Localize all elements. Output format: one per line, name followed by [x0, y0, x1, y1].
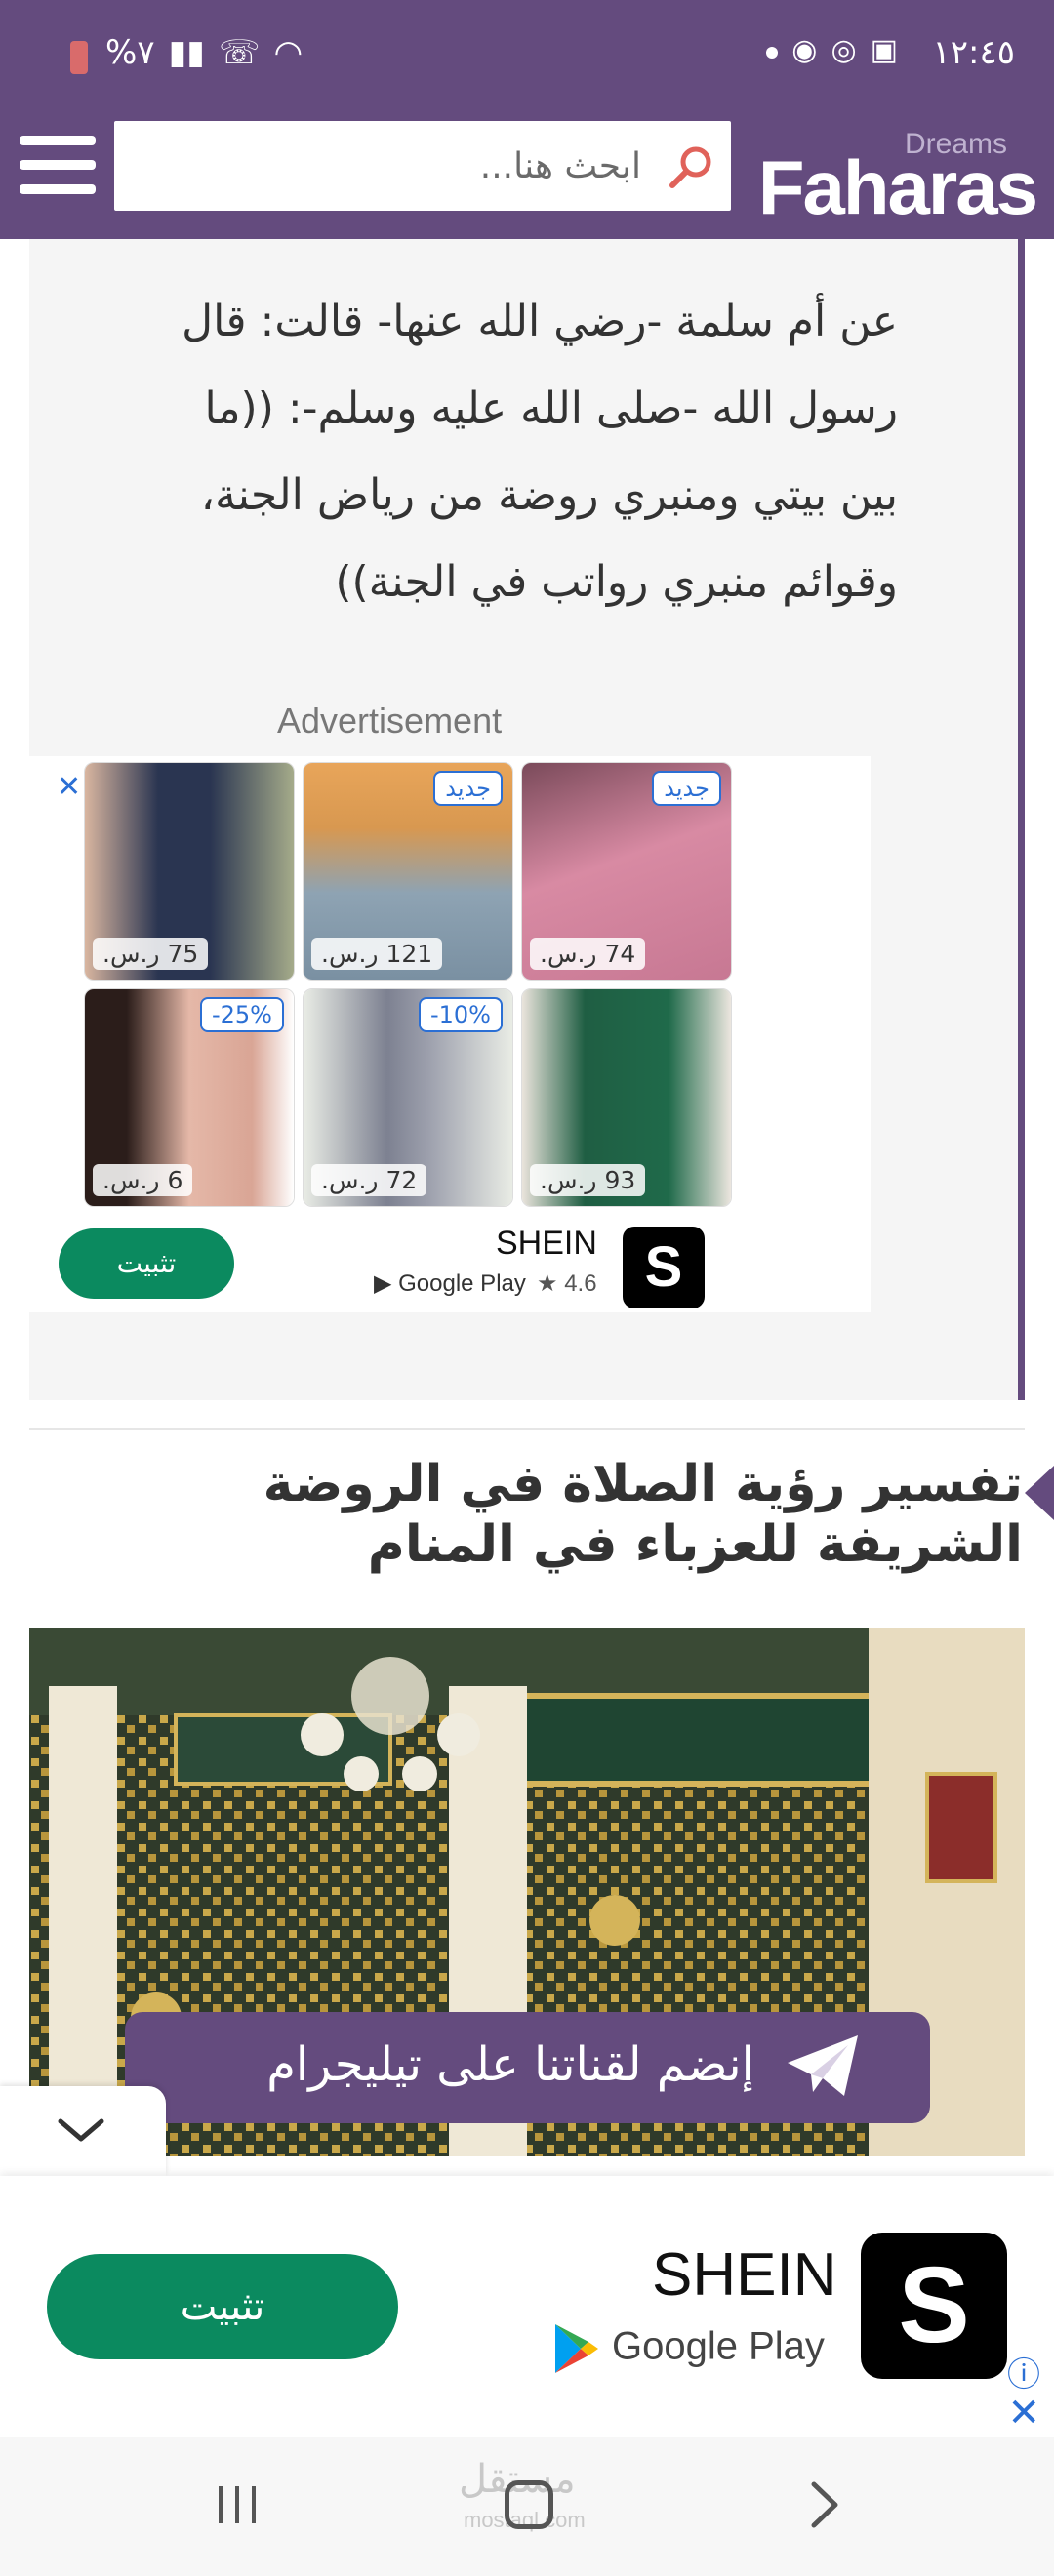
clock: ١٢:٤٥	[932, 33, 1015, 72]
product-card[interactable]: 75 ر.س.	[84, 762, 295, 981]
product-badge: جديد	[652, 771, 721, 806]
product-price: 74 ر.س.	[530, 938, 646, 970]
site-header: Dreams Faharas	[0, 112, 1054, 239]
back-icon[interactable]	[800, 2480, 849, 2529]
hadith-quote: عن أم سلمة -رضي الله عنها- قالت: قال رسو…	[182, 297, 898, 607]
section-divider	[29, 1428, 1025, 1430]
inline-ad[interactable]: ✕ ⓘ جديد 74 ر.س. جديد 121 ر.س. 75 ر.س. 9…	[29, 756, 871, 1312]
signal-icon: ▮▮	[168, 33, 205, 72]
telegram-icon	[788, 2035, 858, 2096]
collapse-ad-button[interactable]	[0, 2086, 166, 2176]
advertisement-label: Advertisement	[277, 701, 503, 741]
product-price: 93 ر.س.	[530, 1164, 646, 1196]
ad-brand: SHEIN	[496, 1225, 597, 1262]
product-price: 75 ر.س.	[93, 938, 209, 970]
notification-dot-icon	[766, 47, 779, 59]
recent-apps-icon[interactable]	[213, 2480, 262, 2529]
site-logo[interactable]: Dreams Faharas	[744, 124, 1038, 230]
product-price: 121 ر.س.	[311, 938, 443, 970]
ad-brand: SHEIN	[652, 2241, 837, 2309]
article-content: عن أم سلمة -رضي الله عنها- قالت: قال رسو…	[29, 239, 1025, 1400]
messenger-icon: ◉	[791, 33, 818, 67]
article-side-border	[1018, 239, 1025, 1400]
product-badge: -25%	[199, 997, 284, 1032]
shein-logo-icon: S	[861, 2233, 1007, 2379]
whatsapp-icon: ◎	[831, 33, 857, 67]
telegram-banner[interactable]: إنضم لقناتنا على تيليجرام	[125, 2012, 930, 2123]
install-button[interactable]: تثبيت	[47, 2254, 398, 2359]
install-button[interactable]: تثبيت	[59, 1228, 234, 1299]
rating: ★ 4.6	[537, 1270, 597, 1297]
product-badge: جديد	[433, 771, 503, 806]
product-card[interactable]: -25% 6 ر.س.	[84, 988, 295, 1207]
system-nav-bar: مستقل mostaql.com	[0, 2437, 1054, 2576]
battery-percent: %٧	[105, 33, 155, 72]
chevron-down-icon	[58, 2118, 104, 2142]
search-icon[interactable]	[667, 142, 715, 191]
ad-info-icon[interactable]: ⓘ	[1007, 2348, 1040, 2395]
close-icon[interactable]: ✕	[1007, 2391, 1040, 2435]
home-icon[interactable]	[505, 2480, 553, 2529]
wifi-call-icon: ☏	[219, 33, 261, 72]
product-price: 72 ر.س.	[311, 1164, 427, 1196]
product-card[interactable]: جديد 121 ر.س.	[303, 762, 513, 981]
product-price: 6 ر.س.	[93, 1164, 193, 1196]
gallery-icon: ▣	[870, 33, 898, 67]
product-card[interactable]: 93 ر.س.	[521, 988, 732, 1207]
ad-footer: تثبيت ▶ Google Play ★ 4.6 SHEIN S	[29, 1215, 871, 1312]
telegram-label: إنضم لقناتنا على تيليجرام	[266, 2037, 754, 2092]
status-bar: %٧ ▮▮ ☏ ◠ ◉ ◎ ▣ ١٢:٤٥	[0, 0, 1054, 112]
top-bar: %٧ ▮▮ ☏ ◠ ◉ ◎ ▣ ١٢:٤٥ Dreams Faharas	[0, 0, 1054, 239]
product-card[interactable]: -10% 72 ر.س.	[303, 988, 513, 1207]
shein-logo-icon: S	[623, 1227, 705, 1308]
bottom-ad[interactable]: تثبيت SHEIN Google Play S ⓘ ✕	[0, 2176, 1054, 2437]
google-play-label: ▶ Google Play	[374, 1270, 526, 1297]
menu-icon[interactable]	[20, 136, 96, 194]
wifi-icon: ◠	[273, 33, 304, 72]
section-heading: تفسير رؤية الصلاة في الروضة الشريفة للعز…	[263, 1455, 1023, 1574]
search-input[interactable]	[114, 121, 661, 211]
battery-icon	[70, 41, 88, 74]
search-box	[114, 121, 731, 211]
product-card[interactable]: جديد 74 ر.س.	[521, 762, 732, 981]
logo-text: Faharas	[757, 144, 1038, 230]
google-play-label: Google Play	[551, 2322, 825, 2375]
google-play-icon	[555, 2324, 598, 2373]
product-badge: -10%	[418, 997, 503, 1032]
title-marker-icon	[1025, 1466, 1054, 1520]
